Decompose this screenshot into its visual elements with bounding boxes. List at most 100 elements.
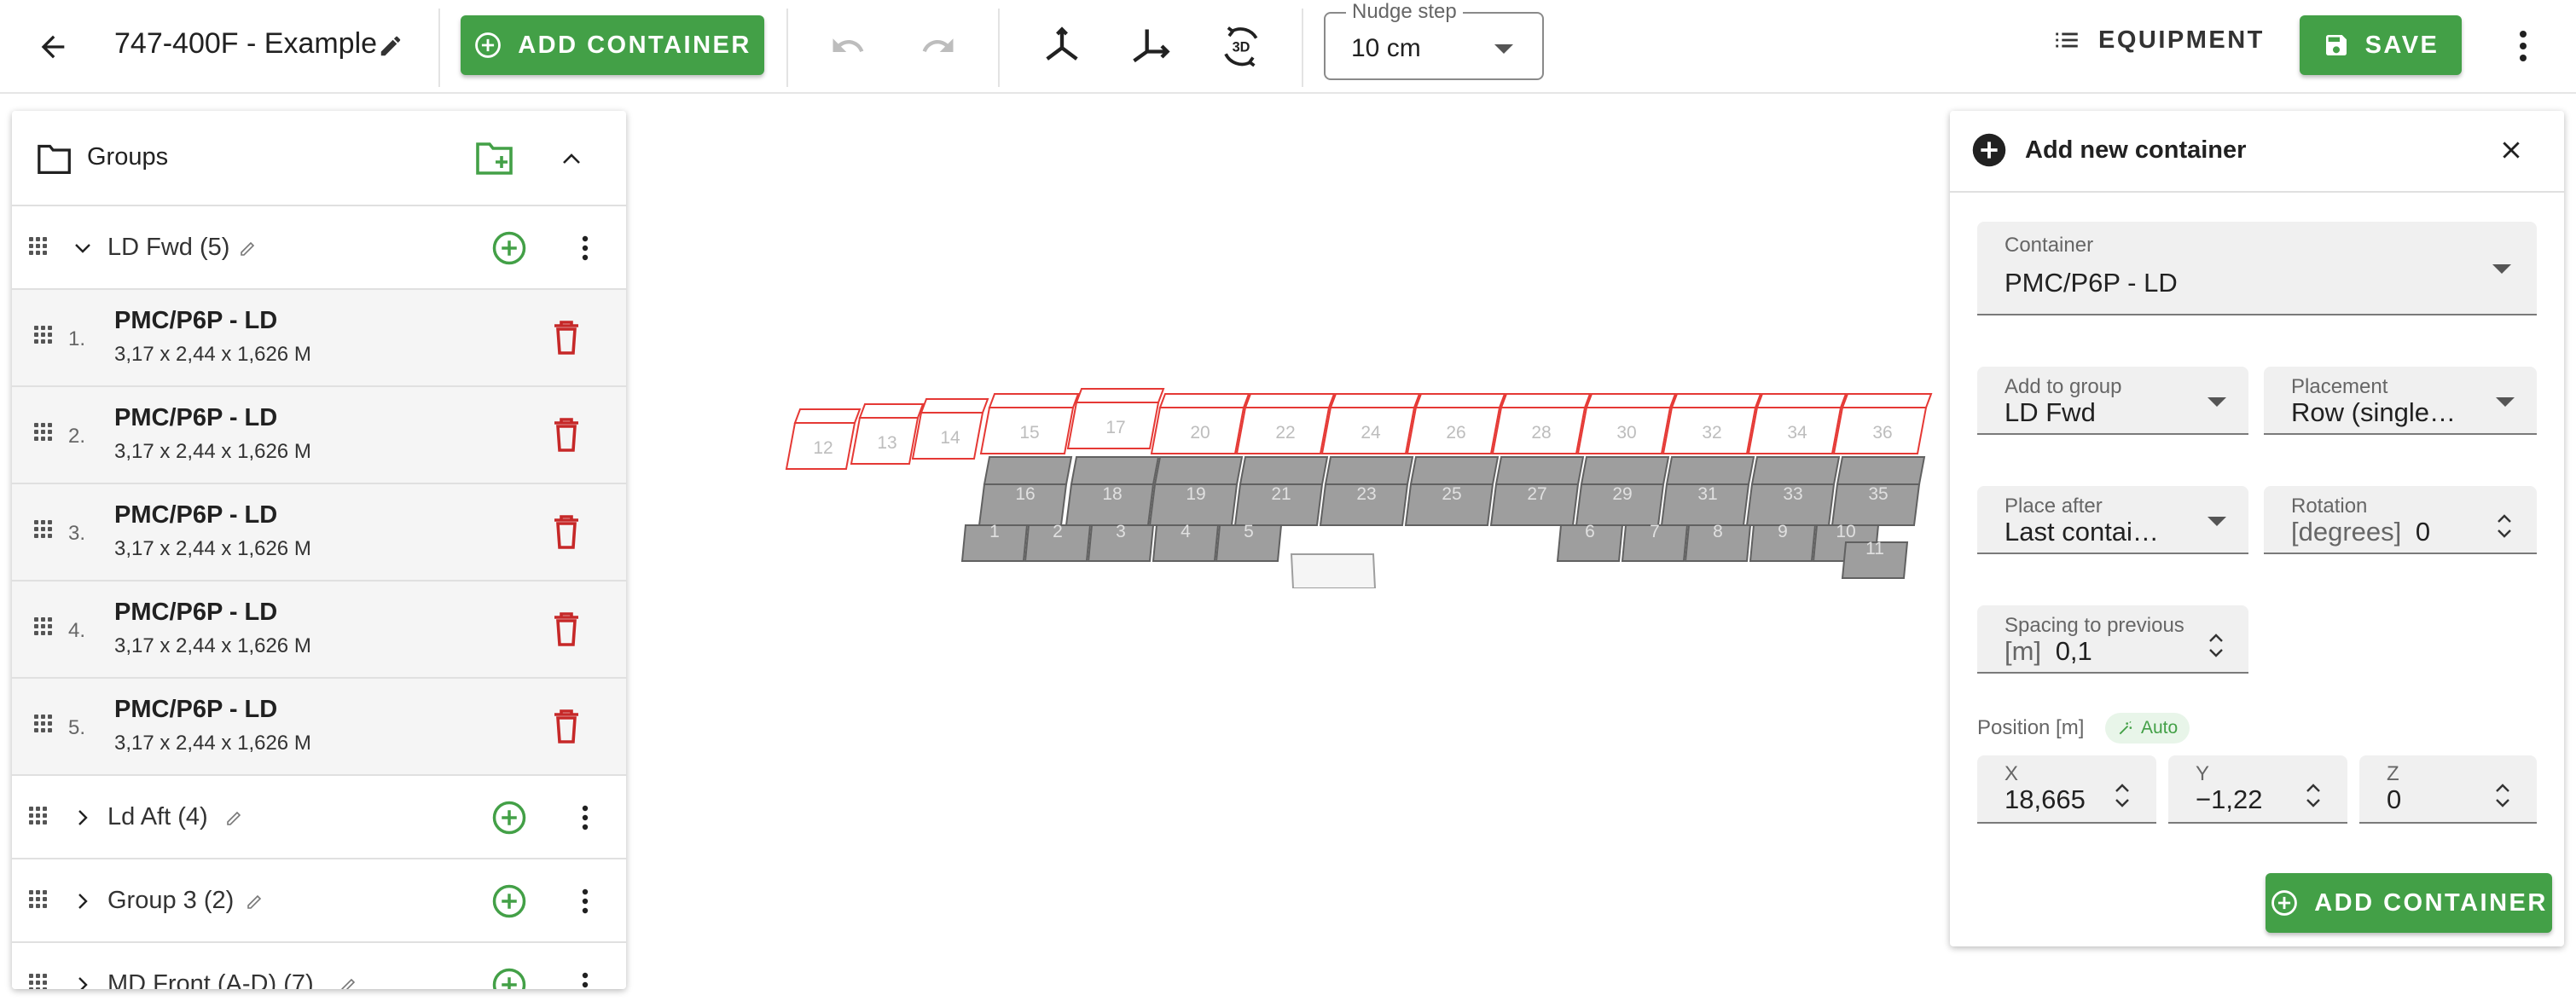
drag-handle-icon[interactable]	[34, 520, 52, 538]
container-item-1[interactable]: 1. PMC/P6P - LD 3,17 x 2,44 x 1,626 M	[12, 290, 626, 387]
axis-view-front-icon[interactable]	[1036, 20, 1088, 72]
container-outline[interactable]	[1841, 393, 1933, 408]
drag-handle-icon[interactable]	[29, 807, 47, 825]
position-z-input[interactable]: Z 0	[2359, 755, 2537, 824]
delete-icon[interactable]	[549, 512, 583, 553]
edit-group-icon[interactable]	[336, 972, 362, 989]
group-row-ld-fwd[interactable]: LD Fwd (5)	[12, 206, 626, 290]
add-folder-icon[interactable]	[473, 136, 517, 179]
add-to-group-icon[interactable]	[490, 965, 529, 989]
spacing-stepper-icon[interactable]	[2208, 633, 2225, 658]
edit-group-icon[interactable]	[235, 235, 261, 261]
container-outline[interactable]	[1670, 393, 1762, 408]
add-to-group-icon[interactable]	[490, 229, 529, 268]
nudge-step-select[interactable]: Nudge step 10 cm	[1324, 0, 1544, 80]
auto-position-chip[interactable]: Auto	[2105, 713, 2190, 744]
container-block[interactable]	[983, 456, 1073, 485]
container-outline[interactable]	[1244, 393, 1336, 408]
container-outline[interactable]	[1329, 393, 1421, 408]
expand-chevron-icon[interactable]	[68, 234, 97, 263]
edit-group-icon[interactable]	[242, 888, 268, 914]
group-menu-icon[interactable]	[575, 885, 595, 917]
container-select[interactable]: Container PMC/P6P - LD	[1977, 222, 2537, 315]
container-block[interactable]	[1324, 456, 1414, 485]
container-outline[interactable]	[1158, 393, 1250, 408]
add-to-group-icon[interactable]	[490, 882, 529, 921]
drag-handle-icon[interactable]	[29, 237, 47, 255]
z-stepper-icon[interactable]	[2494, 783, 2511, 808]
drag-handle-icon[interactable]	[34, 423, 52, 441]
container-outline[interactable]	[920, 398, 989, 414]
place-after-select[interactable]: Place after Last contai…	[1977, 486, 2248, 554]
spacing-input[interactable]: Spacing to previous [m] 0,1	[1977, 605, 2248, 674]
drag-handle-icon[interactable]	[34, 715, 52, 732]
edit-group-icon[interactable]	[222, 805, 247, 830]
container-outline[interactable]	[1500, 393, 1592, 408]
group-select[interactable]: Add to group LD Fwd	[1977, 367, 2248, 435]
more-vert-icon[interactable]	[2508, 24, 2538, 68]
add-to-group-icon[interactable]	[490, 798, 529, 837]
dropdown-arrow-icon	[2492, 264, 2511, 274]
container-outline[interactable]	[1585, 393, 1677, 408]
placement-select[interactable]: Placement Row (single…	[2264, 367, 2537, 435]
rotation-input[interactable]: Rotation [degrees] 0	[2264, 486, 2537, 554]
position-x-input[interactable]: X 18,665	[1977, 755, 2156, 824]
group-menu-icon[interactable]	[575, 232, 595, 264]
edit-title-icon[interactable]	[375, 31, 406, 61]
equipment-button[interactable]: EQUIPMENT	[2052, 26, 2265, 55]
expand-chevron-icon[interactable]	[68, 803, 97, 832]
container-block[interactable]	[1239, 456, 1329, 485]
y-stepper-icon[interactable]	[2305, 783, 2322, 808]
drag-handle-icon[interactable]	[29, 974, 47, 989]
container-block[interactable]	[1153, 456, 1244, 485]
container-outline[interactable]	[858, 403, 925, 419]
container-block[interactable]	[1836, 456, 1926, 485]
container-outline[interactable]	[1075, 388, 1165, 403]
delete-icon[interactable]	[549, 609, 583, 650]
container-block[interactable]	[1580, 456, 1670, 485]
redo-icon[interactable]	[914, 24, 962, 68]
container-outline[interactable]	[1414, 393, 1506, 408]
close-icon[interactable]	[2494, 133, 2528, 167]
drag-handle-icon[interactable]	[29, 890, 47, 908]
group-row-group-3[interactable]: Group 3 (2)	[12, 859, 626, 943]
container-block[interactable]	[1665, 456, 1755, 485]
group-row-ld-aft[interactable]: Ld Aft (4)	[12, 776, 626, 859]
submit-add-container-button[interactable]: ADD CONTAINER	[2266, 873, 2552, 933]
drag-handle-icon[interactable]	[34, 326, 52, 344]
rotate-3d-icon[interactable]: 3D	[1215, 20, 1268, 72]
container-outline[interactable]	[793, 408, 862, 424]
container-item-3[interactable]: 3. PMC/P6P - LD 3,17 x 2,44 x 1,626 M	[12, 484, 626, 582]
item-number: 3.	[68, 522, 86, 545]
x-stepper-icon[interactable]	[2114, 783, 2131, 808]
container-item-2[interactable]: 2. PMC/P6P - LD 3,17 x 2,44 x 1,626 M	[12, 387, 626, 484]
container-item-4[interactable]: 4. PMC/P6P - LD 3,17 x 2,44 x 1,626 M	[12, 582, 626, 679]
container-block[interactable]	[1494, 456, 1585, 485]
container-block[interactable]	[1070, 456, 1160, 485]
delete-icon[interactable]	[549, 706, 583, 747]
undo-icon[interactable]	[824, 24, 872, 68]
container-label: 28	[1531, 423, 1551, 443]
expand-chevron-icon[interactable]	[68, 887, 97, 916]
container-item-5[interactable]: 5. PMC/P6P - LD 3,17 x 2,44 x 1,626 M	[12, 679, 626, 776]
container-placeholder[interactable]	[1290, 553, 1377, 588]
expand-chevron-icon[interactable]	[68, 970, 97, 989]
position-y-input[interactable]: Y −1,22	[2168, 755, 2347, 824]
back-arrow-icon[interactable]	[29, 26, 77, 68]
collapse-chevron-icon[interactable]	[554, 142, 589, 176]
drag-handle-icon[interactable]	[34, 617, 52, 635]
group-menu-icon[interactable]	[575, 801, 595, 834]
container-block[interactable]	[1750, 456, 1841, 485]
axis-view-side-icon[interactable]	[1124, 20, 1177, 72]
delete-icon[interactable]	[549, 414, 583, 455]
add-container-button[interactable]: ADD CONTAINER	[461, 15, 764, 75]
rotation-stepper-icon[interactable]	[2496, 513, 2513, 539]
container-outline[interactable]	[1755, 393, 1848, 408]
group-row-md-front[interactable]: MD Front (A-D) (7)	[12, 943, 626, 989]
container-block[interactable]	[1409, 456, 1500, 485]
group-menu-icon[interactable]	[575, 969, 595, 989]
save-button[interactable]: SAVE	[2300, 15, 2462, 75]
delete-icon[interactable]	[549, 317, 583, 358]
container-outline[interactable]	[988, 393, 1080, 408]
aircraft-3d-view[interactable]: 12 13 14 15 17 20 22 24 26 28 30 32 34 3616 18 19 21 23 25…	[785, 375, 1962, 588]
